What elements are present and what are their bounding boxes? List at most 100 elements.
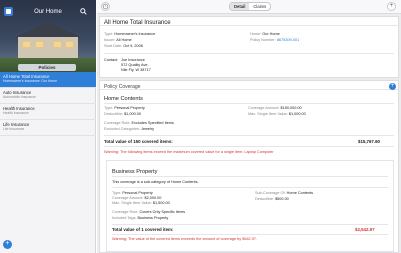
hc-rule-value: Excludes Specified Items bbox=[131, 121, 174, 125]
bp-included-row: Included Tags: Business Property bbox=[112, 216, 168, 221]
coverage-card: Policy Coverage + Home Contents Type: Pe… bbox=[99, 80, 399, 253]
policy-item-life[interactable]: Life Insurance Life Insurance bbox=[0, 120, 96, 136]
hc-excluded-value: Jewelry bbox=[141, 127, 155, 131]
policy-item-health[interactable]: Health Insurance Health Insurance bbox=[0, 104, 96, 120]
bp-title: Business Property bbox=[112, 169, 158, 175]
policy-title: All Home Total Insurance bbox=[100, 17, 398, 26]
contact-city: Nile Fly, W 38717 bbox=[121, 68, 151, 72]
hc-rule-label: Coverage Rule: bbox=[104, 121, 131, 125]
bp-coverage-amount-label: Coverage Amount: bbox=[112, 196, 144, 200]
bp-rule-label: Coverage Rule: bbox=[112, 210, 139, 214]
policies-header[interactable]: Policies bbox=[18, 64, 76, 71]
add-coverage-button[interactable]: + bbox=[389, 83, 396, 90]
policy-item-all-home[interactable]: All Home Total Insurance Homeowner's Ins… bbox=[0, 72, 96, 88]
hc-type-value: Personal Property bbox=[114, 106, 145, 110]
hc-excluded-row: Excluded Categories: Jewelry bbox=[104, 127, 154, 132]
hc-warning: Warning: The following items exceed the … bbox=[104, 150, 274, 154]
policy-number-label: Policy Number: bbox=[250, 38, 276, 42]
hc-total-value: $15,767.60 bbox=[358, 139, 380, 144]
bp-rule-value: Covers Only Specific Items bbox=[139, 210, 186, 214]
policy-start-row: Start Date: Oct 9, 2006 bbox=[104, 44, 143, 49]
bp-type-label: Type: bbox=[112, 191, 122, 195]
divider bbox=[112, 224, 388, 225]
policy-type-row: Type: Homeowner's Insurance bbox=[104, 32, 155, 37]
bp-max-single-row: Max. Single Item Value: $1,500.00 bbox=[112, 201, 170, 206]
hc-max-single-row: Max. Single Item Value: $1,000.00 bbox=[248, 112, 306, 117]
hc-deductible-row: Deductible: $1,000.00 bbox=[104, 112, 141, 117]
bp-deductible-value: $500.00 bbox=[275, 197, 289, 201]
bp-note: This coverage is a sub-category of Home … bbox=[112, 180, 199, 184]
home-contents-title: Home Contents bbox=[104, 96, 143, 102]
hc-excluded-label: Excluded Categories: bbox=[104, 127, 141, 131]
toolbar: Detail Claims + bbox=[97, 0, 401, 14]
hc-total-label: Total value of 150 covered items: bbox=[104, 139, 173, 144]
business-property-card: Business Property This coverage is a sub… bbox=[106, 160, 394, 252]
start-date-label: Start Date: bbox=[104, 44, 123, 48]
bp-total-value: $2,542.97 bbox=[355, 227, 375, 232]
bp-included-label: Included Tags: bbox=[112, 216, 137, 220]
hc-type-label: Type: bbox=[104, 106, 114, 110]
view-switcher: Detail Claims bbox=[229, 2, 272, 11]
divider bbox=[112, 187, 388, 188]
tab-detail[interactable]: Detail bbox=[230, 3, 250, 10]
house-window bbox=[23, 42, 30, 47]
policy-issuer-row: Issuer: All Home bbox=[104, 38, 132, 43]
type-value: Homeowner's Insurance bbox=[114, 32, 156, 36]
policy-number-row: Policy Number: 8675309-001 bbox=[250, 38, 299, 43]
house-window bbox=[36, 42, 43, 47]
policy-item-auto[interactable]: Auto Insurance Automobile Insurance bbox=[0, 88, 96, 104]
bp-total-label: Total value of 1 covered item: bbox=[112, 227, 174, 232]
bp-sub-coverage-row: Sub-Coverage Of: Home Contents bbox=[255, 191, 313, 196]
hc-coverage-amount-label: Coverage Amount: bbox=[248, 106, 280, 110]
bp-warning: Warning: The value of the covered items … bbox=[112, 237, 258, 241]
hc-deductible-label: Deductible: bbox=[104, 112, 123, 116]
tab-claims[interactable]: Claims bbox=[249, 3, 270, 10]
history-button[interactable] bbox=[101, 2, 110, 11]
home-photo: Our Home Policies bbox=[0, 0, 96, 72]
hc-coverage-amount-value: $150,000.00 bbox=[280, 106, 302, 110]
hc-max-single-label: Max. Single Item Value: bbox=[248, 112, 288, 116]
house-body bbox=[18, 37, 78, 59]
bp-rule-row: Coverage Rule: Covers Only Specific Item… bbox=[112, 210, 185, 215]
hc-type-row: Type: Personal Property bbox=[104, 106, 145, 111]
add-policy-button[interactable]: + bbox=[3, 240, 12, 249]
divider bbox=[104, 103, 394, 104]
sidebar: Our Home Policies All Home Total Insuran… bbox=[0, 0, 96, 253]
start-date-value: Oct 9, 2006 bbox=[123, 44, 143, 48]
bp-deductible-row: Deductible: $500.00 bbox=[255, 197, 289, 202]
bp-sub-coverage-value: Home Contents bbox=[286, 191, 314, 195]
bp-deductible-label: Deductible: bbox=[255, 197, 274, 201]
house-window bbox=[66, 42, 73, 47]
divider bbox=[112, 234, 388, 235]
policy-item-subtitle: Homeowner's Insurance: Our Home bbox=[3, 79, 57, 83]
bp-coverage-amount-value: $2,000.00 bbox=[144, 196, 162, 200]
policy-item-subtitle: Automobile Insurance bbox=[3, 95, 36, 99]
bp-sub-coverage-label: Sub-Coverage Of: bbox=[255, 191, 286, 195]
policy-item-subtitle: Life Insurance bbox=[3, 127, 25, 131]
policy-item-subtitle: Health Insurance bbox=[3, 111, 29, 115]
add-button[interactable]: + bbox=[387, 2, 396, 11]
contact-label: Contact: bbox=[104, 58, 119, 62]
search-icon[interactable] bbox=[80, 8, 87, 15]
house-window bbox=[54, 42, 61, 47]
bp-included-value: Business Property bbox=[137, 216, 169, 220]
hc-max-single-value: $1,000.00 bbox=[288, 112, 306, 116]
bp-type-value: Personal Property bbox=[122, 191, 153, 195]
issuer-value: All Home bbox=[116, 38, 132, 42]
hc-rule-row: Coverage Rule: Excludes Specified Items bbox=[104, 121, 174, 126]
home-value: Our Home bbox=[262, 32, 280, 36]
policy-number-link[interactable]: 8675309-001 bbox=[277, 38, 299, 42]
policy-card: All Home Total Insurance Type: Homeowner… bbox=[99, 16, 399, 78]
coverage-section-title: Policy Coverage bbox=[100, 81, 398, 90]
clock-icon bbox=[102, 3, 109, 10]
bp-max-single-value: $1,500.00 bbox=[152, 201, 170, 205]
divider bbox=[104, 146, 394, 147]
type-label: Type: bbox=[104, 32, 114, 36]
issuer-label: Issuer: bbox=[104, 38, 116, 42]
home-label: Home: bbox=[250, 32, 262, 36]
divider bbox=[104, 135, 394, 136]
app-window: Our Home Policies All Home Total Insuran… bbox=[0, 0, 401, 253]
main-content: Detail Claims + All Home Total Insurance… bbox=[97, 0, 401, 253]
policy-list: All Home Total Insurance Homeowner's Ins… bbox=[0, 72, 96, 136]
divider bbox=[112, 176, 388, 177]
